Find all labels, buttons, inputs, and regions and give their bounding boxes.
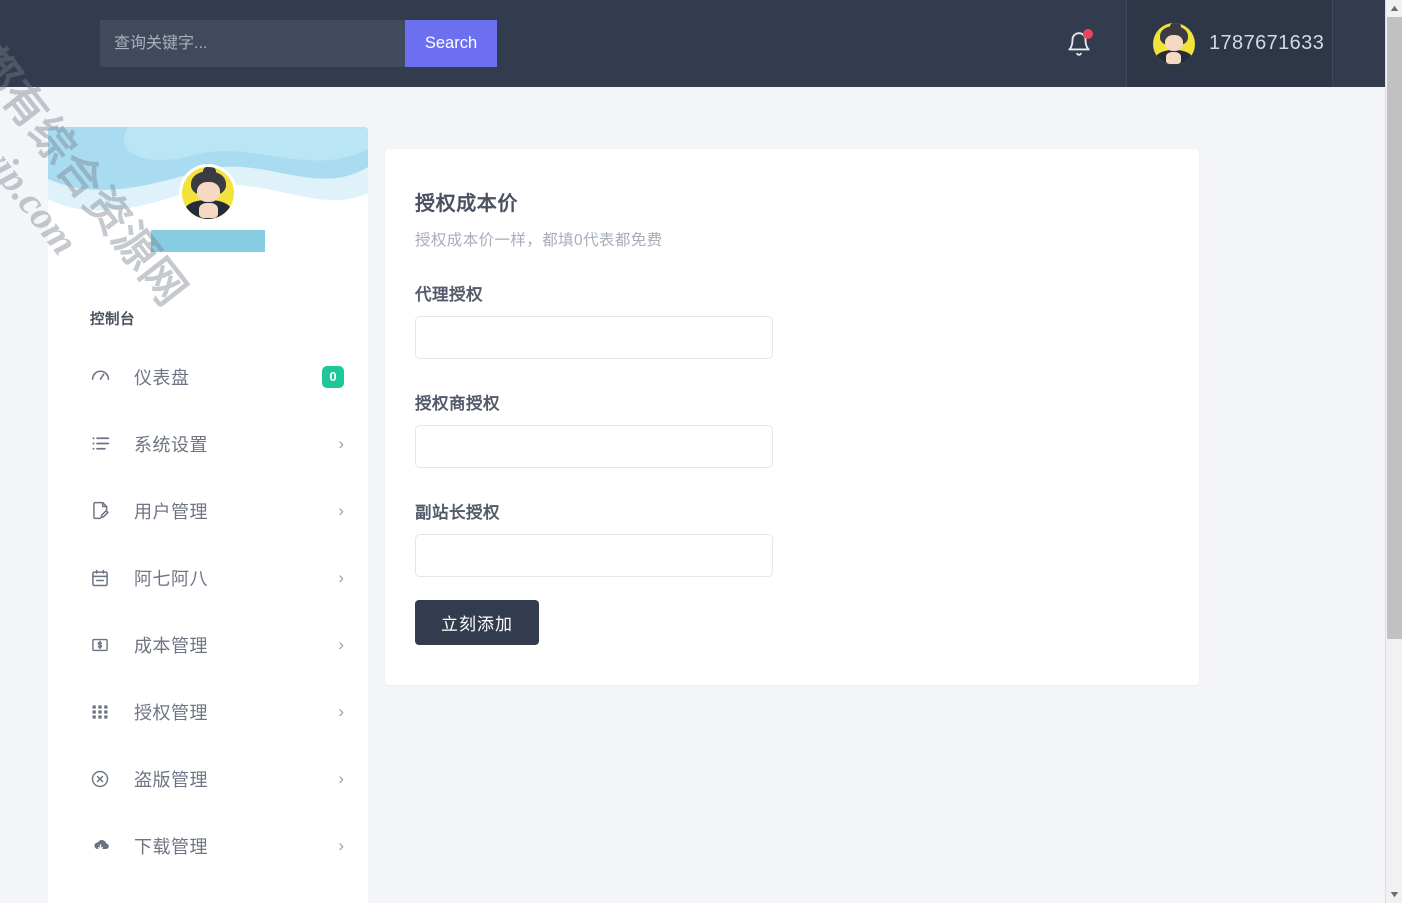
top-header-bar: Search xyxy=(0,0,1385,87)
money-icon xyxy=(88,633,112,657)
avatar xyxy=(1153,23,1195,65)
main-content: 授权成本价 授权成本价一样，都填0代表都免费 代理授权 授权商授权 副站长授权 … xyxy=(385,149,1199,685)
sidebar-item-system-settings[interactable]: 系统设置 › xyxy=(48,410,368,477)
field-vice-admin-authorization: 副站长授权 xyxy=(415,499,1169,577)
sidebar-item-change-password[interactable]: 修改密码 › xyxy=(48,879,368,903)
scroll-up-arrow[interactable] xyxy=(1386,0,1402,17)
search-button[interactable]: Search xyxy=(405,20,497,67)
page-scrollbar[interactable] xyxy=(1385,0,1402,903)
sidebar-item-label: 仪表盘 xyxy=(134,364,190,390)
search-box: Search xyxy=(100,20,497,67)
field-label: 副站长授权 xyxy=(415,499,1169,523)
field-agent-authorization: 代理授权 xyxy=(415,281,1169,359)
file-edit-icon xyxy=(88,499,112,523)
sidebar-item-user-management[interactable]: 用户管理 › xyxy=(48,477,368,544)
status-badge: 0 xyxy=(322,366,344,388)
user-profile-menu[interactable]: 1787671633 xyxy=(1126,0,1333,87)
avatar xyxy=(182,167,234,219)
cloud-download-icon xyxy=(88,834,112,858)
sidebar-item-download-management[interactable]: 下载管理 › xyxy=(48,812,368,879)
sidebar-item-label: 系统设置 xyxy=(134,431,208,457)
scroll-down-arrow[interactable] xyxy=(1386,886,1402,903)
sidebar-item-label: 下载管理 xyxy=(134,833,208,859)
chevron-right-icon: › xyxy=(338,703,344,720)
sidebar-item-authorization-management[interactable]: 授权管理 › xyxy=(48,678,368,745)
sidebar-item-dashboard[interactable]: 仪表盘 0 xyxy=(48,343,368,410)
chevron-right-icon: › xyxy=(338,569,344,586)
list-icon xyxy=(88,432,112,456)
chevron-right-icon: › xyxy=(338,502,344,519)
sidebar-item-piracy-management[interactable]: 盗版管理 › xyxy=(48,745,368,812)
field-distributor-authorization: 授权商授权 xyxy=(415,390,1169,468)
gauge-icon xyxy=(88,365,112,389)
x-circle-icon xyxy=(88,767,112,791)
username-redacted-bar xyxy=(151,230,265,252)
sidebar: 控制台 仪表盘 0 xyxy=(48,127,368,903)
sidebar-item-cost-management[interactable]: 成本管理 › xyxy=(48,611,368,678)
page-title: 授权成本价 xyxy=(415,187,1169,216)
search-input[interactable] xyxy=(100,20,405,67)
add-now-button[interactable]: 立刻添加 xyxy=(415,600,539,645)
chevron-right-icon: › xyxy=(338,636,344,653)
sidebar-profile xyxy=(48,127,368,252)
sidebar-menu: 仪表盘 0 系统设置 › xyxy=(48,343,368,903)
sidebar-item-aqiaba[interactable]: 阿七阿八 › xyxy=(48,544,368,611)
sidebar-item-label: 用户管理 xyxy=(134,498,208,524)
chevron-right-icon: › xyxy=(338,837,344,854)
sidebar-item-label: 成本管理 xyxy=(134,632,208,658)
app-root: Search xyxy=(0,0,1402,903)
sidebar-item-label: 授权管理 xyxy=(134,699,208,725)
user-name-label: 1787671633 xyxy=(1209,32,1324,55)
field-label: 代理授权 xyxy=(415,281,1169,305)
card-subtitle: 授权成本价一样，都填0代表都免费 xyxy=(415,228,1169,250)
grid-icon xyxy=(88,700,112,724)
sidebar-item-label: 修改密码 xyxy=(134,900,208,903)
sidebar-item-label: 阿七阿八 xyxy=(134,565,208,591)
sidebar-item-label: 盗版管理 xyxy=(134,766,208,792)
vice-admin-authorization-input[interactable] xyxy=(415,534,773,577)
authorization-cost-card: 授权成本价 授权成本价一样，都填0代表都免费 代理授权 授权商授权 副站长授权 … xyxy=(385,149,1199,685)
calendar-icon xyxy=(88,566,112,590)
distributor-authorization-input[interactable] xyxy=(415,425,773,468)
sidebar-section-label: 控制台 xyxy=(90,308,368,329)
agent-authorization-input[interactable] xyxy=(415,316,773,359)
scrollbar-thumb[interactable] xyxy=(1387,17,1402,639)
notification-dot xyxy=(1083,29,1093,39)
chevron-right-icon: › xyxy=(338,435,344,452)
chevron-right-icon: › xyxy=(338,770,344,787)
bell-icon[interactable] xyxy=(1065,30,1093,58)
field-label: 授权商授权 xyxy=(415,390,1169,414)
